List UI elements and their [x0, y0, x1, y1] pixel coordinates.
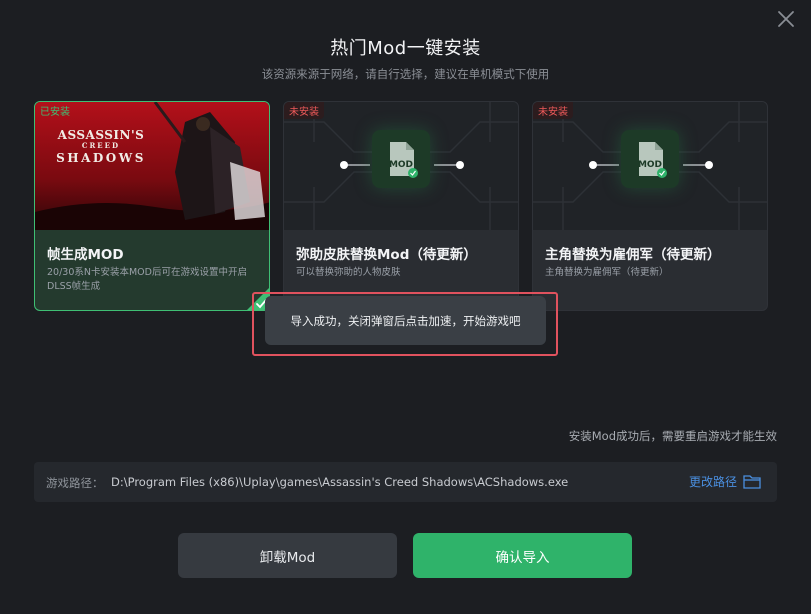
change-path-button[interactable]: 更改路径	[689, 473, 761, 490]
art-title-line2: CREED	[81, 141, 121, 150]
mod-card-description: 可以替换弥助的人物皮肤	[296, 267, 401, 278]
success-toast: 导入成功，关闭弹窗后点击加速，开始游戏吧	[265, 296, 546, 345]
mod-card-thumbnail: ASSASSIN'S CREED SHADOWS	[35, 102, 269, 230]
mod-card-description: 20/30系N卡安装本MOD后可在游戏设置中开启DLSS帧生成	[47, 267, 247, 292]
status-badge: 未安装	[533, 102, 573, 119]
mod-card-thumbnail: MOD	[284, 102, 518, 230]
game-path-bar: 游戏路径： D:\Program Files (x86)\Uplay\games…	[34, 462, 777, 502]
folder-icon	[743, 475, 761, 489]
toast-message: 导入成功，关闭弹窗后点击加速，开始游戏吧	[290, 313, 521, 328]
mod-card-title: 主角替换为雇佣军（待更新）	[545, 247, 721, 263]
art-title-line1: ASSASSIN'S	[57, 128, 145, 142]
svg-text:MOD: MOD	[389, 160, 413, 170]
mod-card-description: 主角替换为雇佣军（待更新）	[545, 267, 669, 278]
change-path-label: 更改路径	[688, 475, 737, 489]
close-button[interactable]	[775, 8, 797, 30]
confirm-import-button[interactable]: 确认导入	[413, 533, 632, 578]
status-badge: 未安装	[284, 102, 324, 119]
art-title-line3: SHADOWS	[56, 151, 146, 165]
game-path-label: 游戏路径：	[46, 476, 104, 490]
restart-hint: 安装Mod成功后，需要重启游戏才能生效	[568, 429, 777, 443]
mod-card-thumbnail: MOD	[533, 102, 767, 230]
status-badge: 已安装	[40, 107, 70, 118]
uninstall-mod-button[interactable]: 卸载Mod	[178, 533, 397, 578]
mod-card-title: 帧生成MOD	[47, 247, 124, 263]
close-icon	[778, 11, 794, 27]
mod-file-icon: MOD	[372, 130, 430, 188]
mod-file-icon: MOD	[621, 130, 679, 188]
mod-card-frame-gen[interactable]: ASSASSIN'S CREED SHADOWS 已安装 帧生成MOD 20/3…	[34, 101, 270, 311]
dialog-subtitle: 该资源来源于网络，请自行选择，建议在单机模式下使用	[261, 67, 550, 81]
game-path-value: D:\Program Files (x86)\Uplay\games\Assas…	[111, 475, 569, 489]
mod-card-title: 弥助皮肤替换Mod（待更新）	[296, 247, 477, 263]
svg-text:MOD: MOD	[638, 160, 662, 170]
dialog-title: 热门Mod一键安装	[330, 38, 481, 59]
mod-card-skin-replace[interactable]: MOD 未安装 弥助皮肤替换Mod（待更新） 可以替换弥助的人物皮肤	[283, 101, 519, 311]
mod-card-mercenary[interactable]: MOD 未安装 主角替换为雇佣军（待更新） 主角替换为雇佣军（待更新）	[532, 101, 768, 311]
